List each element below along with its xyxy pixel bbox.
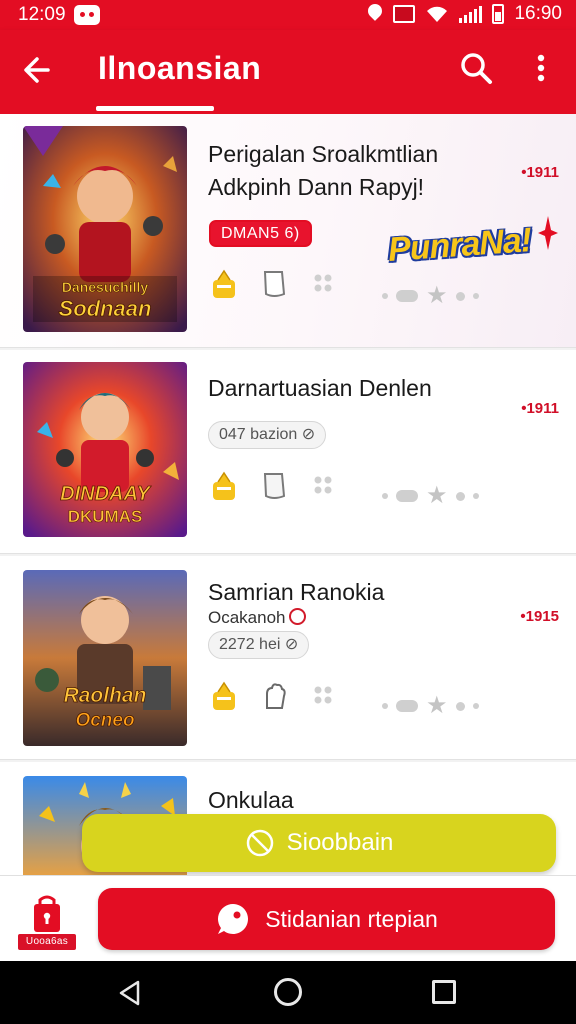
title-underline	[96, 106, 214, 111]
game-thumbnail[interactable]: DINDAAY DKUMAS	[23, 362, 187, 537]
game-stats: ★	[382, 694, 479, 718]
game-icons	[208, 470, 358, 502]
thumb-title-bottom: Sodnaan	[59, 296, 152, 321]
status-badge: DMAN5 6)	[209, 220, 312, 247]
thumb-title-top: DINDAAY	[60, 483, 151, 505]
thumb-title-bottom: Ocneo	[75, 710, 134, 731]
trophy-icon[interactable]	[208, 680, 240, 712]
thumb-title-top: Raolhan	[64, 684, 147, 707]
status-clock: 16:90	[514, 3, 562, 24]
stat-dot	[382, 703, 388, 709]
promo-logo: PunraNa!	[386, 221, 533, 269]
stat-dot	[382, 493, 388, 499]
stat-dot	[472, 293, 479, 299]
nav-recents-icon[interactable]	[432, 980, 456, 1004]
thumb-title-bottom: DKUMAS	[68, 507, 143, 526]
page-title: Ilnoansian	[98, 50, 262, 86]
wifi-icon	[425, 5, 449, 23]
stat-dot	[472, 493, 479, 499]
stat-dot	[382, 293, 388, 299]
app-bar: Ilnoansian	[0, 30, 576, 114]
game-stats: ★	[382, 284, 479, 308]
list-item[interactable]: Raolhan Ocneo Samrian Ranokia Ocakanoh •…	[0, 556, 576, 760]
more-options-icon[interactable]	[526, 48, 556, 88]
controller-dots-icon[interactable]	[308, 470, 340, 502]
stat-pill	[396, 700, 418, 712]
floating-button-label: Sioobbain	[286, 829, 394, 856]
list-item[interactable]: DINDAAY DKUMAS Darnartuasian Denlen •191…	[0, 350, 576, 554]
trophy-icon[interactable]	[208, 268, 240, 300]
nav-back-icon[interactable]	[116, 979, 144, 1007]
battery-icon	[492, 4, 505, 24]
location-icon	[367, 4, 383, 24]
stat-dot	[455, 701, 465, 711]
game-count: •1911	[521, 164, 559, 181]
info-icon	[288, 608, 306, 625]
sparkle-icon	[538, 216, 558, 250]
bottom-action-bar: Uooa6as Stidanian rtepian	[0, 875, 576, 961]
bag-label: Uooa6as	[18, 934, 76, 950]
game-title: Perigalan Sroalkmtlian Adkpinh Dann Rapy…	[208, 138, 438, 204]
floating-action-button[interactable]: Sioobbain	[82, 814, 556, 872]
stat-pill	[396, 490, 418, 502]
status-time: 12:09	[18, 4, 66, 25]
back-arrow-icon[interactable]	[18, 50, 58, 90]
navigation-bar	[0, 961, 576, 1024]
list-item[interactable]: Danesuchilly Sodnaan Perigalan Sroalkmtl…	[0, 114, 576, 348]
version-pill: 047 bazion ⊘	[208, 421, 327, 449]
notification-icon	[74, 5, 100, 25]
game-icons	[208, 268, 358, 300]
game-subtitle-text: Ocakanoh	[208, 608, 286, 627]
game-title-line-1: Perigalan Sroalkmtlian	[208, 141, 439, 167]
stat-dot	[455, 491, 465, 501]
card-icon[interactable]	[258, 470, 290, 502]
glove-icon[interactable]	[258, 680, 290, 712]
game-count: •1911	[521, 400, 559, 417]
card-icon[interactable]	[258, 268, 290, 300]
game-icons	[208, 680, 358, 712]
signal-icon	[459, 5, 483, 23]
game-title: Onkulaa	[208, 787, 294, 813]
stat-dot	[455, 291, 465, 301]
primary-action-button[interactable]: Stidanian rtepian	[98, 888, 555, 950]
chat-icon	[218, 904, 249, 934]
block-icon	[246, 829, 273, 857]
game-title: Darnartuasian Denlen	[208, 375, 432, 401]
app-screen: 12:09 16:90 Ilnoansian Danesuchilly Sodn…	[0, 0, 576, 1024]
star-icon: ★	[426, 692, 448, 719]
version-pill: 2272 hei ⊘	[208, 631, 310, 659]
stat-pill	[396, 290, 418, 302]
game-thumbnail[interactable]: Raolhan Ocneo	[23, 570, 187, 746]
status-icons: 16:90	[367, 3, 562, 25]
game-title: Samrian Ranokia	[208, 579, 385, 605]
star-icon: ★	[426, 282, 448, 309]
thumb-title-top: Danesuchilly	[62, 279, 149, 295]
controller-dots-icon[interactable]	[308, 268, 340, 300]
flag-icon	[393, 5, 416, 23]
game-title-line-2: Adkpinh Dann Rapyj!	[208, 174, 425, 200]
controller-dots-icon[interactable]	[308, 680, 340, 712]
nav-home-icon[interactable]	[274, 978, 302, 1006]
star-icon: ★	[426, 482, 448, 509]
game-count: •1915	[520, 608, 559, 625]
status-bar: 12:09 16:90	[0, 0, 576, 30]
primary-action-label: Stidanian rtepian	[265, 905, 438, 932]
game-subtitle: Ocakanoh	[208, 608, 306, 628]
stat-dot	[472, 703, 479, 709]
search-icon[interactable]	[456, 48, 496, 88]
trophy-icon[interactable]	[208, 470, 240, 502]
game-thumbnail[interactable]: Danesuchilly Sodnaan	[23, 126, 187, 332]
game-stats: ★	[382, 484, 479, 508]
